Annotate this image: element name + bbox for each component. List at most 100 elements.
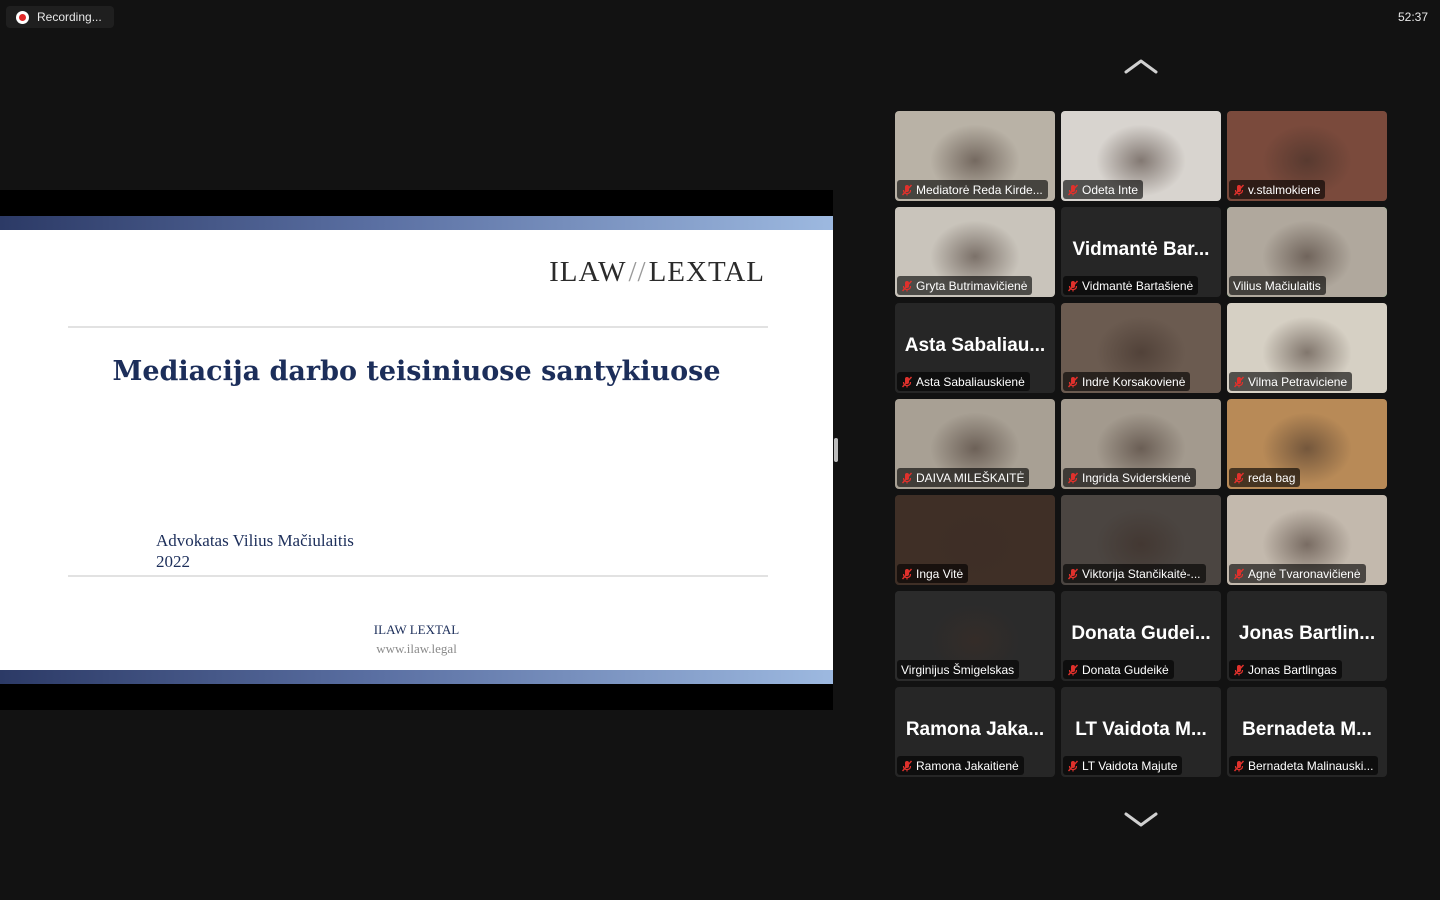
slide-author-block: Advokatas Vilius Mačiulaitis 2022: [156, 530, 354, 572]
slide-divider-bottom: [68, 575, 768, 577]
scroll-up-button[interactable]: [1122, 56, 1160, 78]
slide-title: Mediacija darbo teisiniuose santykiuose: [112, 356, 721, 387]
recording-indicator[interactable]: Recording...: [6, 6, 114, 28]
participant-name-label: Vidmantė Bartašienė: [1063, 276, 1199, 295]
participant-display-name: Donata Gudei...: [1071, 623, 1211, 644]
mic-muted-icon: [1067, 472, 1079, 483]
participant-name-label: Mediatorė Reda Kirde...: [897, 180, 1048, 199]
slide-footer: ILAW LEXTAL www.ilaw.legal: [0, 620, 833, 658]
logo-right-text: LEXTAL: [648, 256, 765, 288]
participant-name: LT Vaidota Majute: [1082, 758, 1178, 773]
participant-name: Bernadeta Malinauski...: [1248, 758, 1374, 773]
participant-tile[interactable]: Virginijus Šmigelskas: [895, 591, 1055, 681]
participant-name: Mediatorė Reda Kirde...: [916, 182, 1043, 197]
participant-tile[interactable]: Bernadeta M... Bernadeta Malinauski...: [1227, 687, 1387, 777]
participant-tile[interactable]: DAIVA MILEŠKAITĖ: [895, 399, 1055, 489]
footer-brand: ILAW LEXTAL: [373, 622, 460, 637]
participant-name: Ingrida Sviderskienė: [1082, 470, 1191, 485]
participant-name-label: Vilma Petraviciene: [1229, 372, 1353, 391]
mic-muted-icon: [901, 184, 913, 195]
record-dot-icon: [16, 10, 29, 24]
participant-display-name: Asta Sabaliau...: [904, 335, 1046, 356]
mic-muted-icon: [1233, 760, 1245, 771]
participant-tile[interactable]: Ramona Jaka... Ramona Jakaitienė: [895, 687, 1055, 777]
participant-name-label: Bernadeta Malinauski...: [1229, 756, 1379, 775]
slide-bottom-bar: [0, 670, 833, 684]
participant-tile[interactable]: reda bag: [1227, 399, 1387, 489]
slide-top-bar: [0, 216, 833, 230]
participant-name: Vilius Mačiulaitis: [1233, 278, 1321, 293]
slide-logo: ILAW//LEXTAL: [549, 256, 765, 289]
participant-name: Indrė Korsakovienė: [1082, 374, 1186, 389]
participant-tile[interactable]: Ingrida Sviderskienė: [1061, 399, 1221, 489]
participant-tile[interactable]: LT Vaidota M... LT Vaidota Majute: [1061, 687, 1221, 777]
mic-muted-icon: [1233, 472, 1245, 483]
mic-muted-icon: [1233, 664, 1245, 675]
participant-name-label: Inga Vitė: [897, 564, 969, 583]
participant-name: reda bag: [1248, 470, 1296, 485]
scroll-down-button[interactable]: [1122, 808, 1160, 830]
participant-name: Vilma Petraviciene: [1248, 374, 1348, 389]
mic-muted-icon: [1067, 184, 1079, 195]
logo-slash: //: [628, 256, 647, 288]
participant-display-name: Jonas Bartlin...: [1238, 623, 1376, 644]
participant-tile[interactable]: Mediatorė Reda Kirde...: [895, 111, 1055, 201]
mic-muted-icon: [1067, 376, 1079, 387]
split-resize-handle[interactable]: [834, 438, 838, 462]
mic-muted-icon: [1067, 280, 1079, 291]
participant-name-label: LT Vaidota Majute: [1063, 756, 1183, 775]
participant-name-label: Agnė Tvaronavičienė: [1229, 564, 1366, 583]
participant-name-label: Ramona Jakaitienė: [897, 756, 1024, 775]
mic-muted-icon: [901, 376, 913, 387]
participant-name: v.stalmokiene: [1248, 182, 1321, 197]
participant-name: Viktorija Stančikaitė-...: [1082, 566, 1201, 581]
participant-tile[interactable]: Indrė Korsakovienė: [1061, 303, 1221, 393]
participant-tile[interactable]: Vilma Petraviciene: [1227, 303, 1387, 393]
mic-muted-icon: [901, 568, 913, 579]
participant-tile[interactable]: Asta Sabaliau... Asta Sabaliauskienė: [895, 303, 1055, 393]
participant-name: Jonas Bartlingas: [1248, 662, 1337, 677]
recording-label: Recording...: [37, 10, 102, 24]
chevron-down-icon: [1124, 812, 1158, 827]
mic-muted-icon: [901, 472, 913, 483]
mic-muted-icon: [1233, 184, 1245, 195]
participant-name: Ramona Jakaitienė: [916, 758, 1019, 773]
participant-name-label: Indrė Korsakovienė: [1063, 372, 1191, 391]
participant-tile[interactable]: v.stalmokiene: [1227, 111, 1387, 201]
participant-name: Odeta Inte: [1082, 182, 1139, 197]
chevron-up-icon: [1124, 59, 1158, 74]
participant-tile[interactable]: Agnė Tvaronavičienė: [1227, 495, 1387, 585]
participant-tile[interactable]: Donata Gudei... Donata Gudeikė: [1061, 591, 1221, 681]
participant-name: Vidmantė Bartašienė: [1082, 278, 1194, 293]
participant-name-label: Jonas Bartlingas: [1229, 660, 1342, 679]
participant-name: Donata Gudeikė: [1082, 662, 1169, 677]
participant-name-label: Asta Sabaliauskienė: [897, 372, 1030, 391]
participant-name-label: Ingrida Sviderskienė: [1063, 468, 1196, 487]
participant-tile[interactable]: Gryta Butrimavičienė: [895, 207, 1055, 297]
participant-name-label: Virginijus Šmigelskas: [897, 660, 1020, 679]
presentation-slide: ILAW//LEXTAL Mediacija darbo teisiniuose…: [0, 216, 833, 684]
slide-year: 2022: [156, 552, 190, 571]
participant-name-label: reda bag: [1229, 468, 1301, 487]
participant-tile[interactable]: Vilius Mačiulaitis: [1227, 207, 1387, 297]
slide-divider-top: [68, 326, 768, 328]
footer-url: www.ilaw.legal: [376, 641, 457, 656]
participant-display-name: Bernadeta M...: [1242, 719, 1372, 740]
participant-tile[interactable]: Jonas Bartlin... Jonas Bartlingas: [1227, 591, 1387, 681]
participant-name: Agnė Tvaronavičienė: [1248, 566, 1361, 581]
meeting-timer: 52:37: [1397, 10, 1428, 24]
participant-tile[interactable]: Viktorija Stančikaitė-...: [1061, 495, 1221, 585]
participant-tile[interactable]: Odeta Inte: [1061, 111, 1221, 201]
participant-name-label: Donata Gudeikė: [1063, 660, 1174, 679]
logo-left-text: ILAW: [549, 256, 627, 288]
participant-tile[interactable]: Vidmantė Bar... Vidmantė Bartašienė: [1061, 207, 1221, 297]
mic-muted-icon: [901, 760, 913, 771]
participant-name-label: Vilius Mačiulaitis: [1229, 276, 1326, 295]
participant-name: Inga Vitė: [916, 566, 964, 581]
participant-name-label: Viktorija Stančikaitė-...: [1063, 564, 1206, 583]
screen-share-area: ILAW//LEXTAL Mediacija darbo teisiniuose…: [0, 190, 833, 710]
participant-tile[interactable]: Inga Vitė: [895, 495, 1055, 585]
participant-name: DAIVA MILEŠKAITĖ: [916, 470, 1025, 485]
participant-name: Asta Sabaliauskienė: [916, 374, 1025, 389]
mic-muted-icon: [1067, 760, 1079, 771]
